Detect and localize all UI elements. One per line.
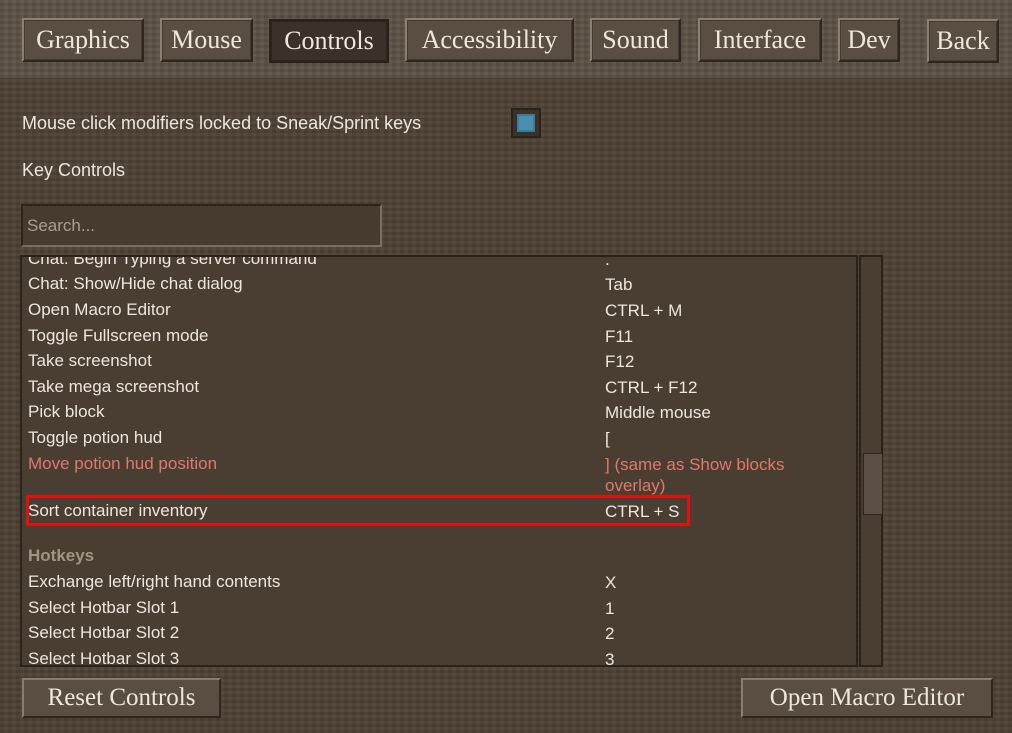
keybind-label: Exchange left/right hand contents (28, 572, 281, 591)
keybind-label: Move potion hud position (28, 454, 218, 473)
keybind-label: Take screenshot (28, 351, 152, 370)
keybind-key[interactable]: 1 (605, 598, 825, 619)
selected-row-highlight (26, 495, 690, 526)
search-input[interactable] (21, 204, 382, 247)
keybind-key[interactable]: CTRL + F12 (605, 377, 825, 398)
keybind-key[interactable]: F12 (605, 351, 825, 372)
keybind-label: Select Hotbar Slot 2 (28, 623, 180, 642)
tab-sound[interactable]: Sound (590, 18, 681, 62)
mouse-modifier-label: Mouse click modifiers locked to Sneak/Sp… (22, 113, 422, 133)
keybind-key[interactable]: . (605, 257, 825, 270)
checkbox-checked-icon (517, 114, 535, 132)
keybind-label: Toggle Fullscreen mode (28, 326, 209, 345)
tab-mouse[interactable]: Mouse (160, 18, 253, 62)
keybind-key[interactable]: Middle mouse (605, 402, 825, 423)
keybind-key[interactable]: CTRL + M (605, 300, 825, 321)
keybind-key[interactable]: 2 (605, 623, 825, 644)
keybind-label: Take mega screenshot (28, 377, 200, 396)
keybind-label: Toggle potion hud (28, 428, 163, 447)
keybind-key[interactable]: ] (same as Show blocks overlay) (605, 454, 825, 496)
reset-controls-button[interactable]: Reset Controls (22, 678, 221, 718)
keybind-key[interactable]: Tab (605, 274, 825, 295)
keybind-label: Select Hotbar Slot 1 (28, 598, 180, 617)
keybind-label: Open Macro Editor (28, 300, 171, 319)
tab-graphics[interactable]: Graphics (22, 18, 144, 62)
open-macro-editor-button[interactable]: Open Macro Editor (741, 678, 993, 718)
keybind-label: Select Hotbar Slot 3 (28, 649, 180, 667)
keybind-label: Chat: Begin Typing a server command (28, 255, 317, 268)
keybind-key[interactable]: 3 (605, 649, 825, 665)
tab-dev[interactable]: Dev (838, 18, 900, 62)
keybind-key[interactable]: F11 (605, 326, 825, 347)
key-controls-title: Key Controls (22, 160, 126, 180)
section-header-label: Hotkeys (28, 546, 95, 565)
keybind-key[interactable]: [ (605, 428, 825, 449)
keybind-label: Chat: Show/Hide chat dialog (28, 274, 243, 293)
tab-interface[interactable]: Interface (698, 18, 822, 62)
scrollbar-thumb[interactable] (863, 453, 883, 515)
tab-controls[interactable]: Controls (269, 19, 389, 63)
keybind-scrollbar[interactable] (859, 255, 883, 667)
back-button[interactable]: Back (927, 19, 999, 63)
mouse-modifier-checkbox[interactable] (511, 108, 541, 138)
keybind-list[interactable]: Chat: Begin Typing a server command . Ch… (20, 255, 858, 667)
keybind-key[interactable]: X (605, 572, 825, 593)
tab-accessibility[interactable]: Accessibility (405, 18, 574, 62)
keybind-label: Pick block (28, 402, 105, 421)
